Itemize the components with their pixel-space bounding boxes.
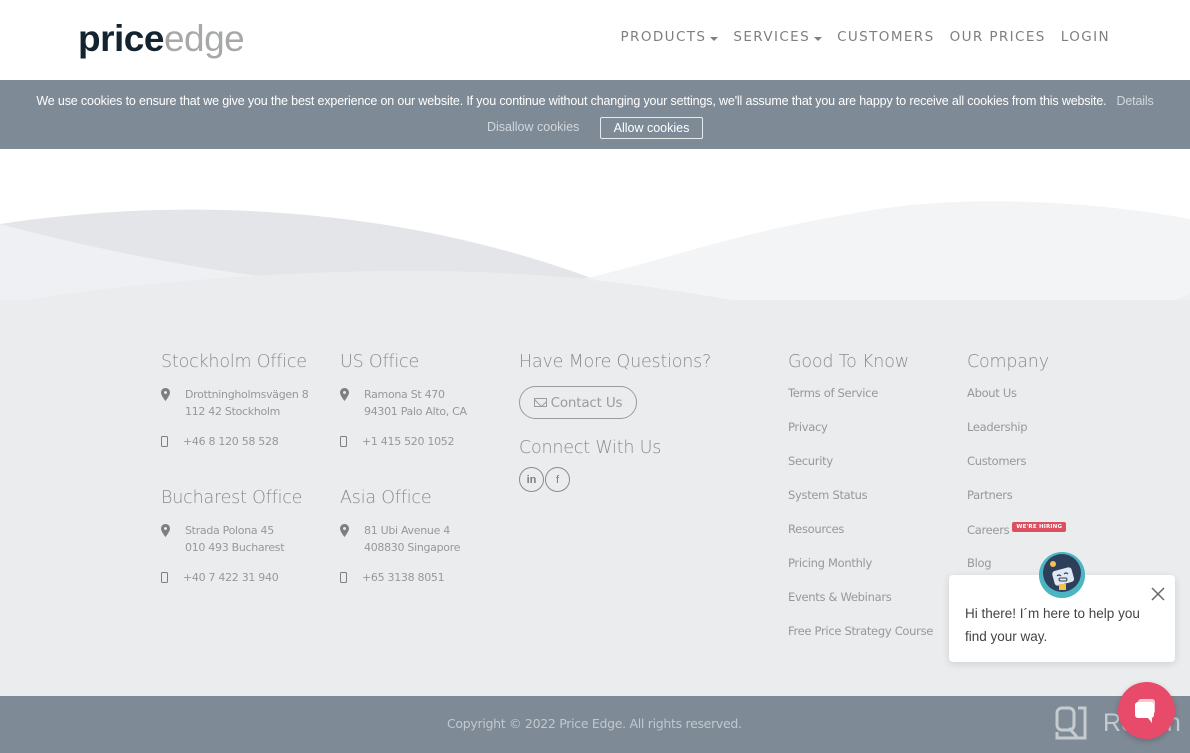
envelope-icon <box>533 398 547 407</box>
good-to-know-links: Terms of Service Privacy Security System… <box>788 386 933 658</box>
linkedin-icon[interactable]: in <box>519 467 544 492</box>
link-resources[interactable]: Resources <box>788 522 933 556</box>
link-privacy[interactable]: Privacy <box>788 420 933 454</box>
office-asia: Asia Office 81 Ubi Avenue 4 408830 Singa… <box>340 488 460 584</box>
address-line-2: 408830 Singapore <box>364 541 461 554</box>
main-nav: PRODUCTS SERVICES CUSTOMERS OUR PRICES L… <box>606 29 1110 45</box>
link-partners[interactable]: Partners <box>967 488 1066 522</box>
phone-number[interactable]: +40 7 422 31 940 <box>183 571 279 584</box>
link-leadership[interactable]: Leadership <box>967 420 1066 454</box>
facebook-icon[interactable]: f <box>545 467 570 492</box>
close-icon[interactable] <box>1149 585 1167 603</box>
office-stockholm: Stockholm Office Drottningholmsvägen 8 1… <box>161 352 309 448</box>
nav-products[interactable]: PRODUCTS <box>621 29 719 45</box>
chatbot-avatar <box>1039 552 1085 598</box>
robot-icon <box>1039 552 1085 598</box>
copyright-bar: Copyright © 2022 Price Edge. All rights … <box>0 696 1190 753</box>
logo-price: price <box>78 18 164 59</box>
priceedge-logo[interactable]: priceedge <box>78 17 245 61</box>
link-security[interactable]: Security <box>788 454 933 488</box>
chevron-down-icon <box>710 36 719 41</box>
link-free-price-strategy-course[interactable]: Free Price Strategy Course <box>788 624 933 658</box>
nav-login-label: LOGIN <box>1060 29 1110 45</box>
mobile-phone-icon <box>340 572 347 583</box>
office-address: Ramona St 470 94301 Palo Alto, CA <box>340 386 467 420</box>
logo-edge: edge <box>163 18 245 59</box>
map-pin-icon <box>340 524 349 537</box>
address-line-1: 81 Ubi Avenue 4 <box>364 524 450 537</box>
connect-title: Connect With Us <box>519 438 662 458</box>
revain-logo-icon <box>1055 706 1087 740</box>
office-title: Asia Office <box>340 488 432 508</box>
office-address: Drottningholmsvägen 8 112 42 Stockholm <box>161 386 309 420</box>
nav-our-prices-label: OUR PRICES <box>949 29 1046 45</box>
address-line-1: Drottningholmsvägen 8 <box>185 388 309 401</box>
good-to-know-title: Good To Know <box>788 352 909 372</box>
nav-products-label: PRODUCTS <box>620 29 707 45</box>
address-line-2: 010 493 Bucharest <box>185 541 285 554</box>
site-header: priceedge PRODUCTS SERVICES CUSTOMERS OU… <box>0 0 1190 80</box>
questions-title: Have More Questions? <box>519 352 712 372</box>
office-phone: +1 415 520 1052 <box>340 435 467 448</box>
office-bucharest: Bucharest Office Strada Polona 45 010 49… <box>161 488 302 584</box>
office-title: US Office <box>340 352 420 372</box>
map-pin-icon <box>161 524 170 537</box>
map-pin-icon <box>340 388 349 401</box>
office-address: Strada Polona 45 010 493 Bucharest <box>161 522 302 556</box>
allow-cookies-button[interactable]: Allow cookies <box>600 117 703 139</box>
office-address: 81 Ubi Avenue 4 408830 Singapore <box>340 522 460 556</box>
link-customers[interactable]: Customers <box>967 454 1066 488</box>
office-phone: +46 8 120 58 528 <box>161 435 308 448</box>
link-terms-of-service[interactable]: Terms of Service <box>788 386 933 420</box>
disallow-cookies-button[interactable]: Disallow cookies <box>487 120 579 134</box>
company-title: Company <box>967 352 1049 372</box>
link-about-us[interactable]: About Us <box>967 386 1066 420</box>
link-careers-item[interactable]: Careers WE'RE HIRING <box>967 522 1067 556</box>
office-title: Stockholm Office <box>161 352 307 372</box>
copyright-text: Copyright © 2022 Price Edge. All rights … <box>447 716 742 731</box>
address-line-2: 112 42 Stockholm <box>185 405 281 418</box>
link-events-webinars[interactable]: Events & Webinars <box>788 590 933 624</box>
office-phone: +40 7 422 31 940 <box>161 571 302 584</box>
link-pricing-monthly[interactable]: Pricing Monthly <box>788 556 933 590</box>
nav-login[interactable]: LOGIN <box>1061 29 1110 45</box>
chat-message: Hi there! I´m here to help you find your… <box>965 606 1140 644</box>
office-title: Bucharest Office <box>161 488 303 508</box>
cookie-details-link[interactable]: Details <box>1116 94 1153 108</box>
address-line-2: 94301 Palo Alto, CA <box>364 405 467 418</box>
phone-number[interactable]: +46 8 120 58 528 <box>183 435 279 448</box>
phone-number[interactable]: +65 3138 8051 <box>362 571 445 584</box>
cookie-banner: We use cookies to ensure that we give yo… <box>0 80 1190 149</box>
cookie-message-row: We use cookies to ensure that we give yo… <box>0 94 1190 108</box>
address-line-1: Strada Polona 45 <box>185 524 274 537</box>
map-pin-icon <box>161 388 170 401</box>
mobile-phone-icon <box>340 436 347 447</box>
cookie-message: We use cookies to ensure that we give yo… <box>36 94 1107 108</box>
office-phone: +65 3138 8051 <box>340 571 460 584</box>
address-line-1: Ramona St 470 <box>364 388 445 401</box>
phone-number[interactable]: +1 415 520 1052 <box>362 435 455 448</box>
chat-bubble-icon <box>1135 699 1155 723</box>
nav-customers-label: CUSTOMERS <box>837 29 935 45</box>
questions-section: Have More Questions? Contact Us Connect … <box>519 352 711 492</box>
social-links: in f <box>519 467 711 492</box>
chat-launcher-button[interactable] <box>1118 682 1175 739</box>
office-us: US Office Ramona St 470 94301 Palo Alto,… <box>340 352 467 448</box>
chevron-down-icon <box>814 36 823 41</box>
good-to-know-section: Good To Know Terms of Service Privacy Se… <box>788 352 933 658</box>
nav-services[interactable]: SERVICES <box>733 29 823 45</box>
contact-us-label: Contact Us <box>550 394 623 411</box>
mobile-phone-icon <box>161 572 168 583</box>
hiring-badge: WE'RE HIRING <box>1012 522 1067 532</box>
contact-us-button[interactable]: Contact Us <box>519 386 637 419</box>
nav-our-prices[interactable]: OUR PRICES <box>950 29 1046 45</box>
link-system-status[interactable]: System Status <box>788 488 933 522</box>
nav-services-label: SERVICES <box>733 29 811 45</box>
mobile-phone-icon <box>161 436 168 447</box>
link-careers[interactable]: Careers <box>967 523 1010 537</box>
nav-customers[interactable]: CUSTOMERS <box>837 29 934 45</box>
